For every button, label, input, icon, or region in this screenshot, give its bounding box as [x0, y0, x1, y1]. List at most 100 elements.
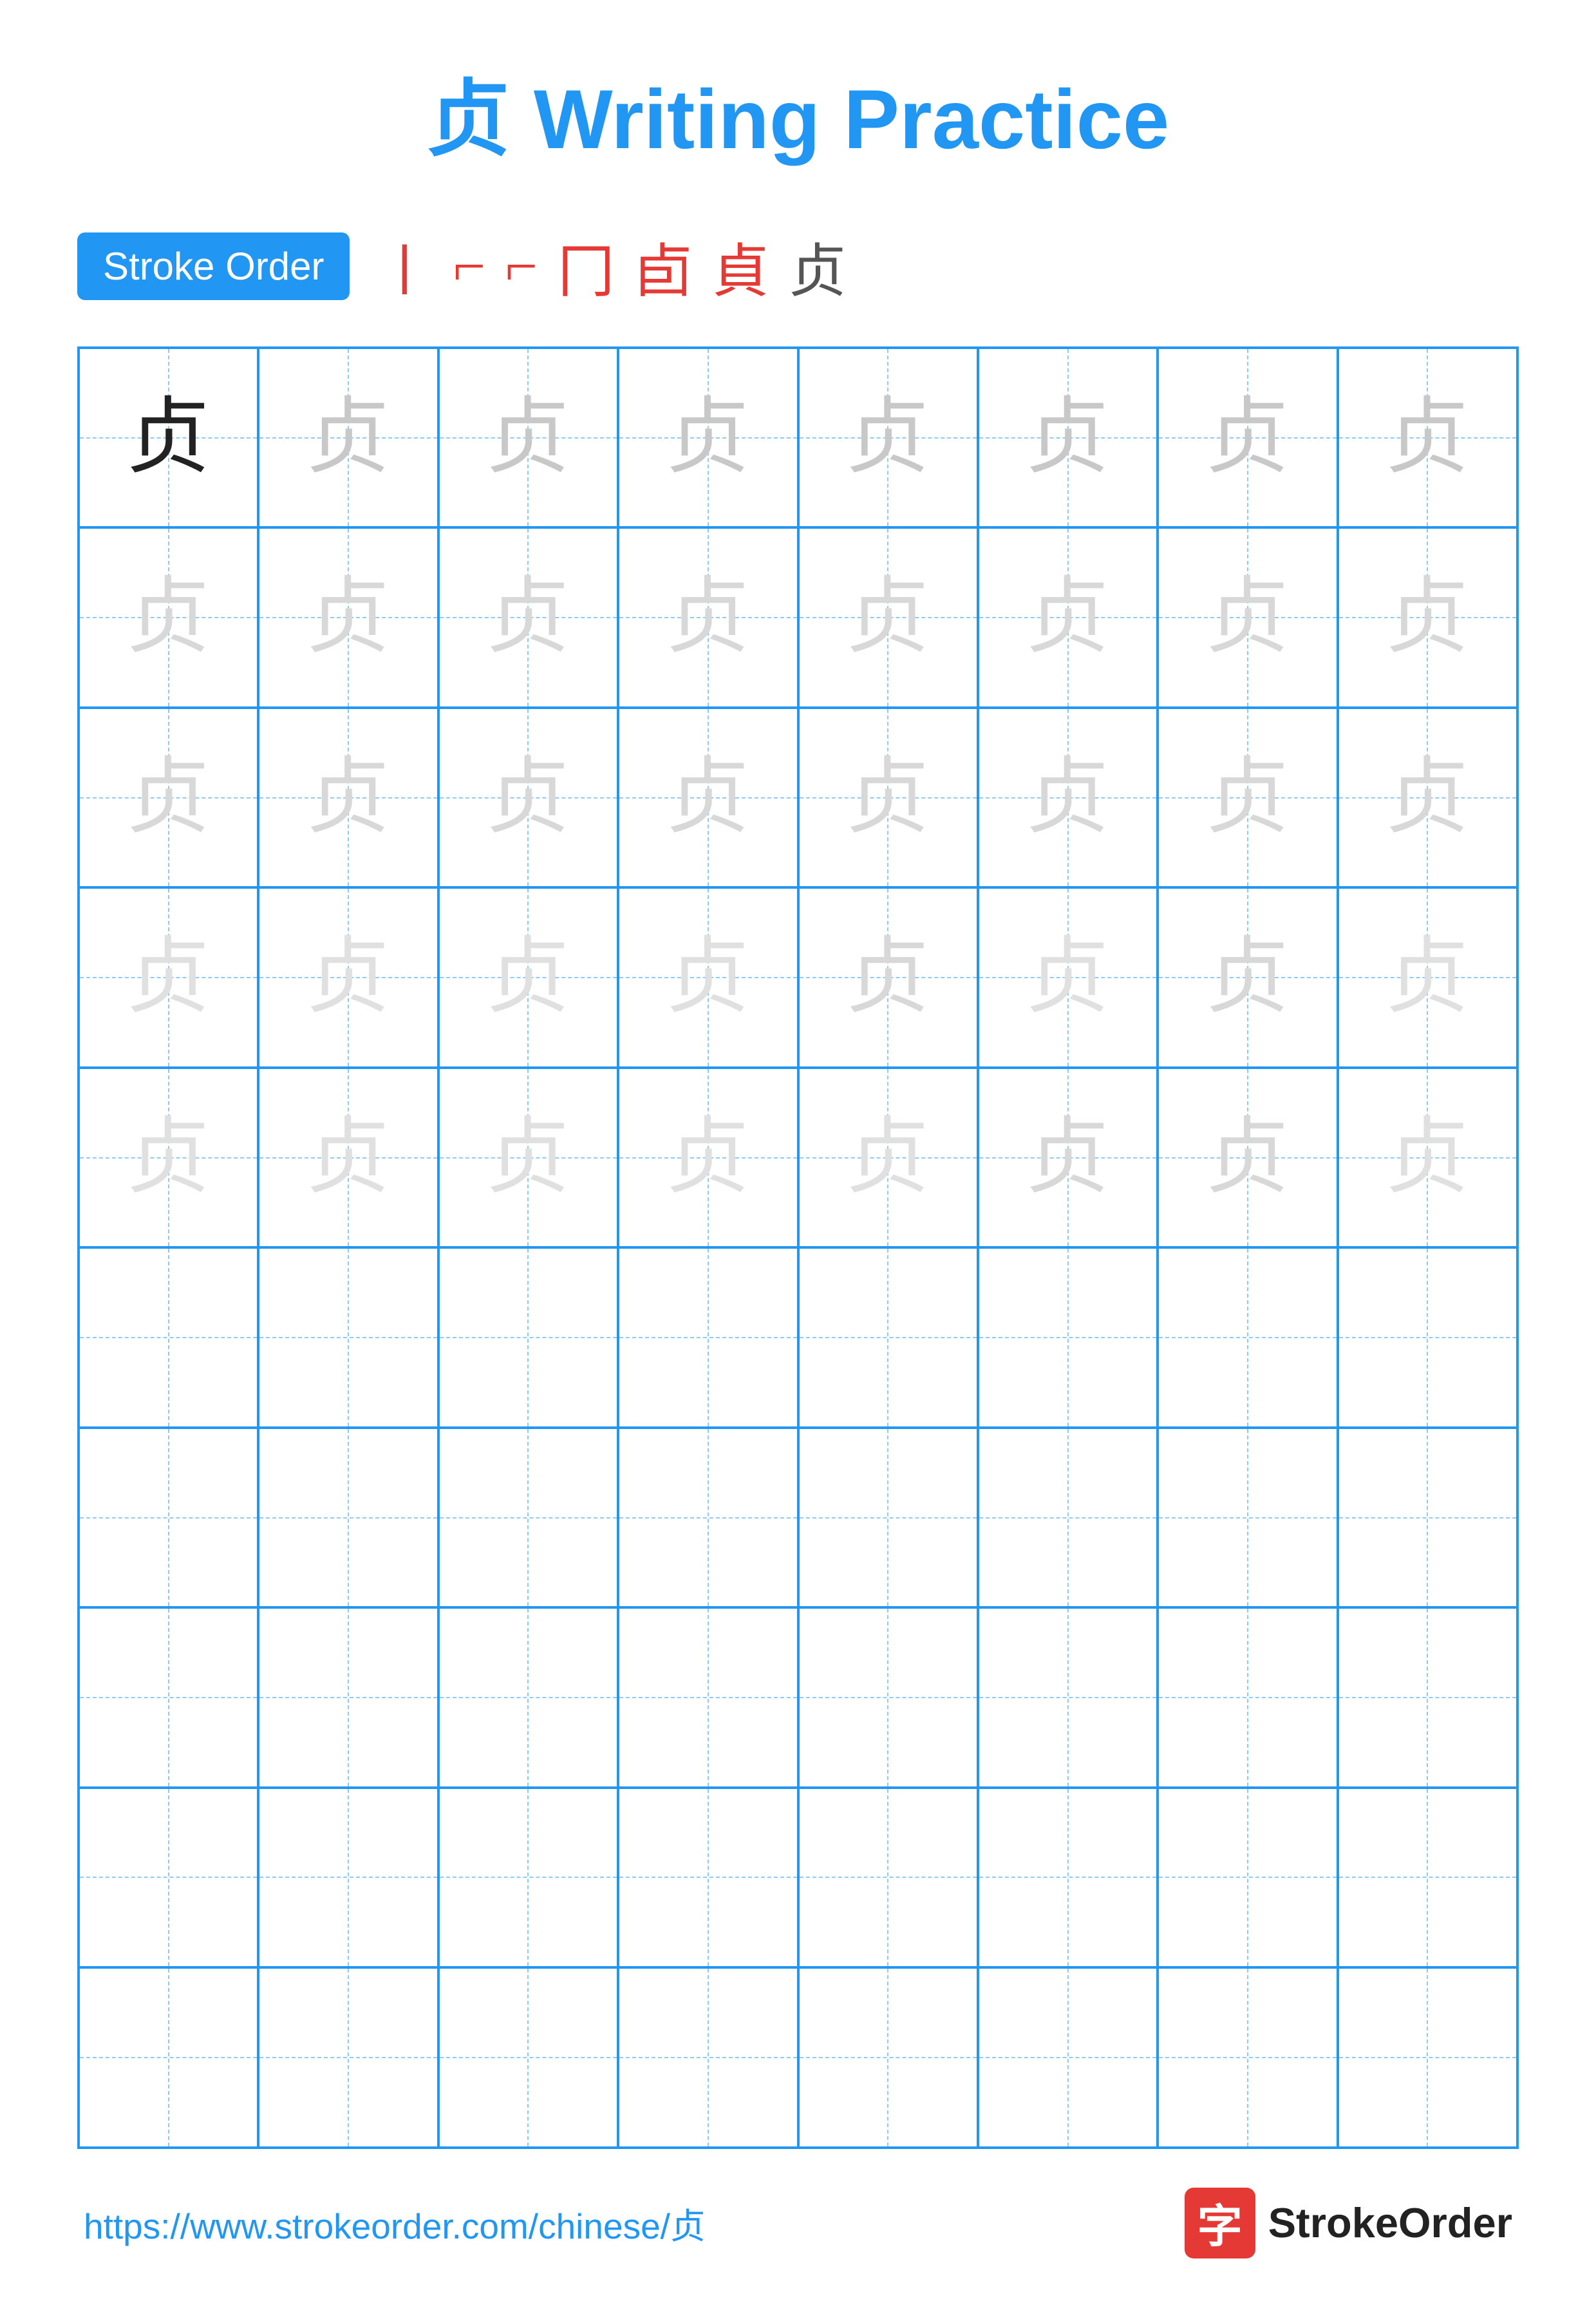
grid-cell[interactable]: [798, 1247, 978, 1427]
grid-char: 贞: [666, 576, 750, 659]
grid-cell[interactable]: 贞: [618, 348, 798, 527]
grid-cell[interactable]: 贞: [258, 348, 438, 527]
grid-cell[interactable]: [258, 1607, 438, 1787]
grid-cell[interactable]: [438, 1247, 618, 1427]
grid-cell[interactable]: 贞: [618, 887, 798, 1067]
grid-cell[interactable]: 贞: [438, 708, 618, 887]
grid-cell[interactable]: 贞: [258, 527, 438, 707]
grid-cell[interactable]: [1158, 1788, 1337, 1967]
grid-cell[interactable]: 贞: [79, 887, 258, 1067]
grid-cell[interactable]: 贞: [978, 1068, 1158, 1247]
grid-char: 贞: [1206, 396, 1290, 480]
grid-cell[interactable]: 贞: [618, 527, 798, 707]
grid-cell[interactable]: 贞: [79, 348, 258, 527]
grid-cell[interactable]: 贞: [798, 887, 978, 1067]
grid-char: 贞: [846, 756, 930, 840]
grid-char: 贞: [486, 396, 570, 480]
grid-cell[interactable]: [978, 1247, 1158, 1427]
grid-char: 贞: [1026, 576, 1110, 659]
grid-cell[interactable]: 贞: [1158, 887, 1337, 1067]
grid-cell[interactable]: 贞: [1338, 887, 1517, 1067]
grid-cell[interactable]: 贞: [978, 527, 1158, 707]
grid-cell[interactable]: [1338, 1788, 1517, 1967]
grid-cell[interactable]: [438, 1788, 618, 1967]
grid-char: 贞: [1026, 396, 1110, 480]
grid-cell[interactable]: [79, 1607, 258, 1787]
grid-cell[interactable]: 贞: [1158, 348, 1337, 527]
grid-cell[interactable]: 贞: [618, 708, 798, 887]
grid-cell[interactable]: [1338, 1967, 1517, 2147]
grid-cell[interactable]: [1338, 1428, 1517, 1607]
grid-char: 贞: [1026, 936, 1110, 1019]
grid-cell[interactable]: 贞: [438, 887, 618, 1067]
grid-char: 贞: [127, 1116, 211, 1200]
stroke-5: 卣: [634, 224, 692, 308]
grid-cell[interactable]: [1158, 1967, 1337, 2147]
grid-cell[interactable]: [79, 1967, 258, 2147]
grid-cell[interactable]: 贞: [438, 527, 618, 707]
stroke-7: 贞: [789, 224, 847, 308]
grid-cell[interactable]: 贞: [79, 1068, 258, 1247]
grid-char: 贞: [306, 396, 390, 480]
grid-cell[interactable]: 贞: [798, 708, 978, 887]
grid-cell[interactable]: [1338, 1607, 1517, 1787]
grid-cell[interactable]: [79, 1428, 258, 1607]
grid-cell[interactable]: [438, 1967, 618, 2147]
grid-cell[interactable]: 贞: [618, 1068, 798, 1247]
grid-cell[interactable]: 贞: [978, 708, 1158, 887]
footer-url: https://www.strokeorder.com/chinese/贞: [84, 2197, 706, 2249]
stroke-order-row: Stroke Order 〡 ⌐ ⌐ 冂 卣 貞 贞: [77, 224, 1519, 308]
grid-cell[interactable]: [618, 1788, 798, 1967]
grid-cell[interactable]: 贞: [1338, 1068, 1517, 1247]
grid-cell[interactable]: [618, 1607, 798, 1787]
grid-cell[interactable]: [258, 1788, 438, 1967]
grid-char: 贞: [1206, 936, 1290, 1019]
grid-cell[interactable]: [258, 1428, 438, 1607]
grid-cell[interactable]: [978, 1967, 1158, 2147]
grid-cell[interactable]: [258, 1247, 438, 1427]
grid-cell[interactable]: 贞: [978, 887, 1158, 1067]
grid-cell[interactable]: [79, 1247, 258, 1427]
grid-cell[interactable]: 贞: [798, 348, 978, 527]
grid-cell[interactable]: 贞: [1338, 708, 1517, 887]
grid-char: 贞: [666, 396, 750, 480]
grid-cell[interactable]: [798, 1788, 978, 1967]
grid-cell[interactable]: 贞: [1158, 1068, 1337, 1247]
grid-cell[interactable]: [438, 1607, 618, 1787]
grid-cell[interactable]: [438, 1428, 618, 1607]
grid-cell[interactable]: 贞: [438, 348, 618, 527]
grid-cell[interactable]: [978, 1788, 1158, 1967]
logo-char: 字: [1197, 2190, 1243, 2255]
grid-cell[interactable]: [618, 1247, 798, 1427]
grid-cell[interactable]: 贞: [1338, 348, 1517, 527]
grid-cell[interactable]: [618, 1428, 798, 1607]
grid-cell[interactable]: 贞: [798, 1068, 978, 1247]
title-text: Writing Practice: [534, 72, 1169, 166]
grid-cell[interactable]: 贞: [258, 708, 438, 887]
logo-icon: 字: [1185, 2188, 1255, 2258]
grid-cell[interactable]: [1158, 1607, 1337, 1787]
grid-cell[interactable]: [798, 1428, 978, 1607]
grid-cell[interactable]: 贞: [978, 348, 1158, 527]
grid-cell[interactable]: [978, 1607, 1158, 1787]
grid-cell[interactable]: 贞: [258, 887, 438, 1067]
grid-cell[interactable]: [798, 1607, 978, 1787]
grid-cell[interactable]: 贞: [1338, 527, 1517, 707]
grid-cell[interactable]: [79, 1788, 258, 1967]
grid-cell[interactable]: 贞: [1158, 527, 1337, 707]
grid-cell[interactable]: 贞: [798, 527, 978, 707]
grid-cell[interactable]: 贞: [438, 1068, 618, 1247]
grid-cell[interactable]: [1338, 1247, 1517, 1427]
grid-cell[interactable]: 贞: [258, 1068, 438, 1247]
grid-cell[interactable]: [798, 1967, 978, 2147]
grid-cell[interactable]: [978, 1428, 1158, 1607]
grid-cell[interactable]: 贞: [79, 527, 258, 707]
grid-cell[interactable]: 贞: [1158, 708, 1337, 887]
grid-cell[interactable]: [1158, 1247, 1337, 1427]
grid-cell[interactable]: [1158, 1428, 1337, 1607]
grid-cell[interactable]: 贞: [79, 708, 258, 887]
grid-cell[interactable]: [618, 1967, 798, 2147]
grid-cell[interactable]: [258, 1967, 438, 2147]
grid-char: 贞: [666, 756, 750, 840]
grid-char: 贞: [127, 756, 211, 840]
